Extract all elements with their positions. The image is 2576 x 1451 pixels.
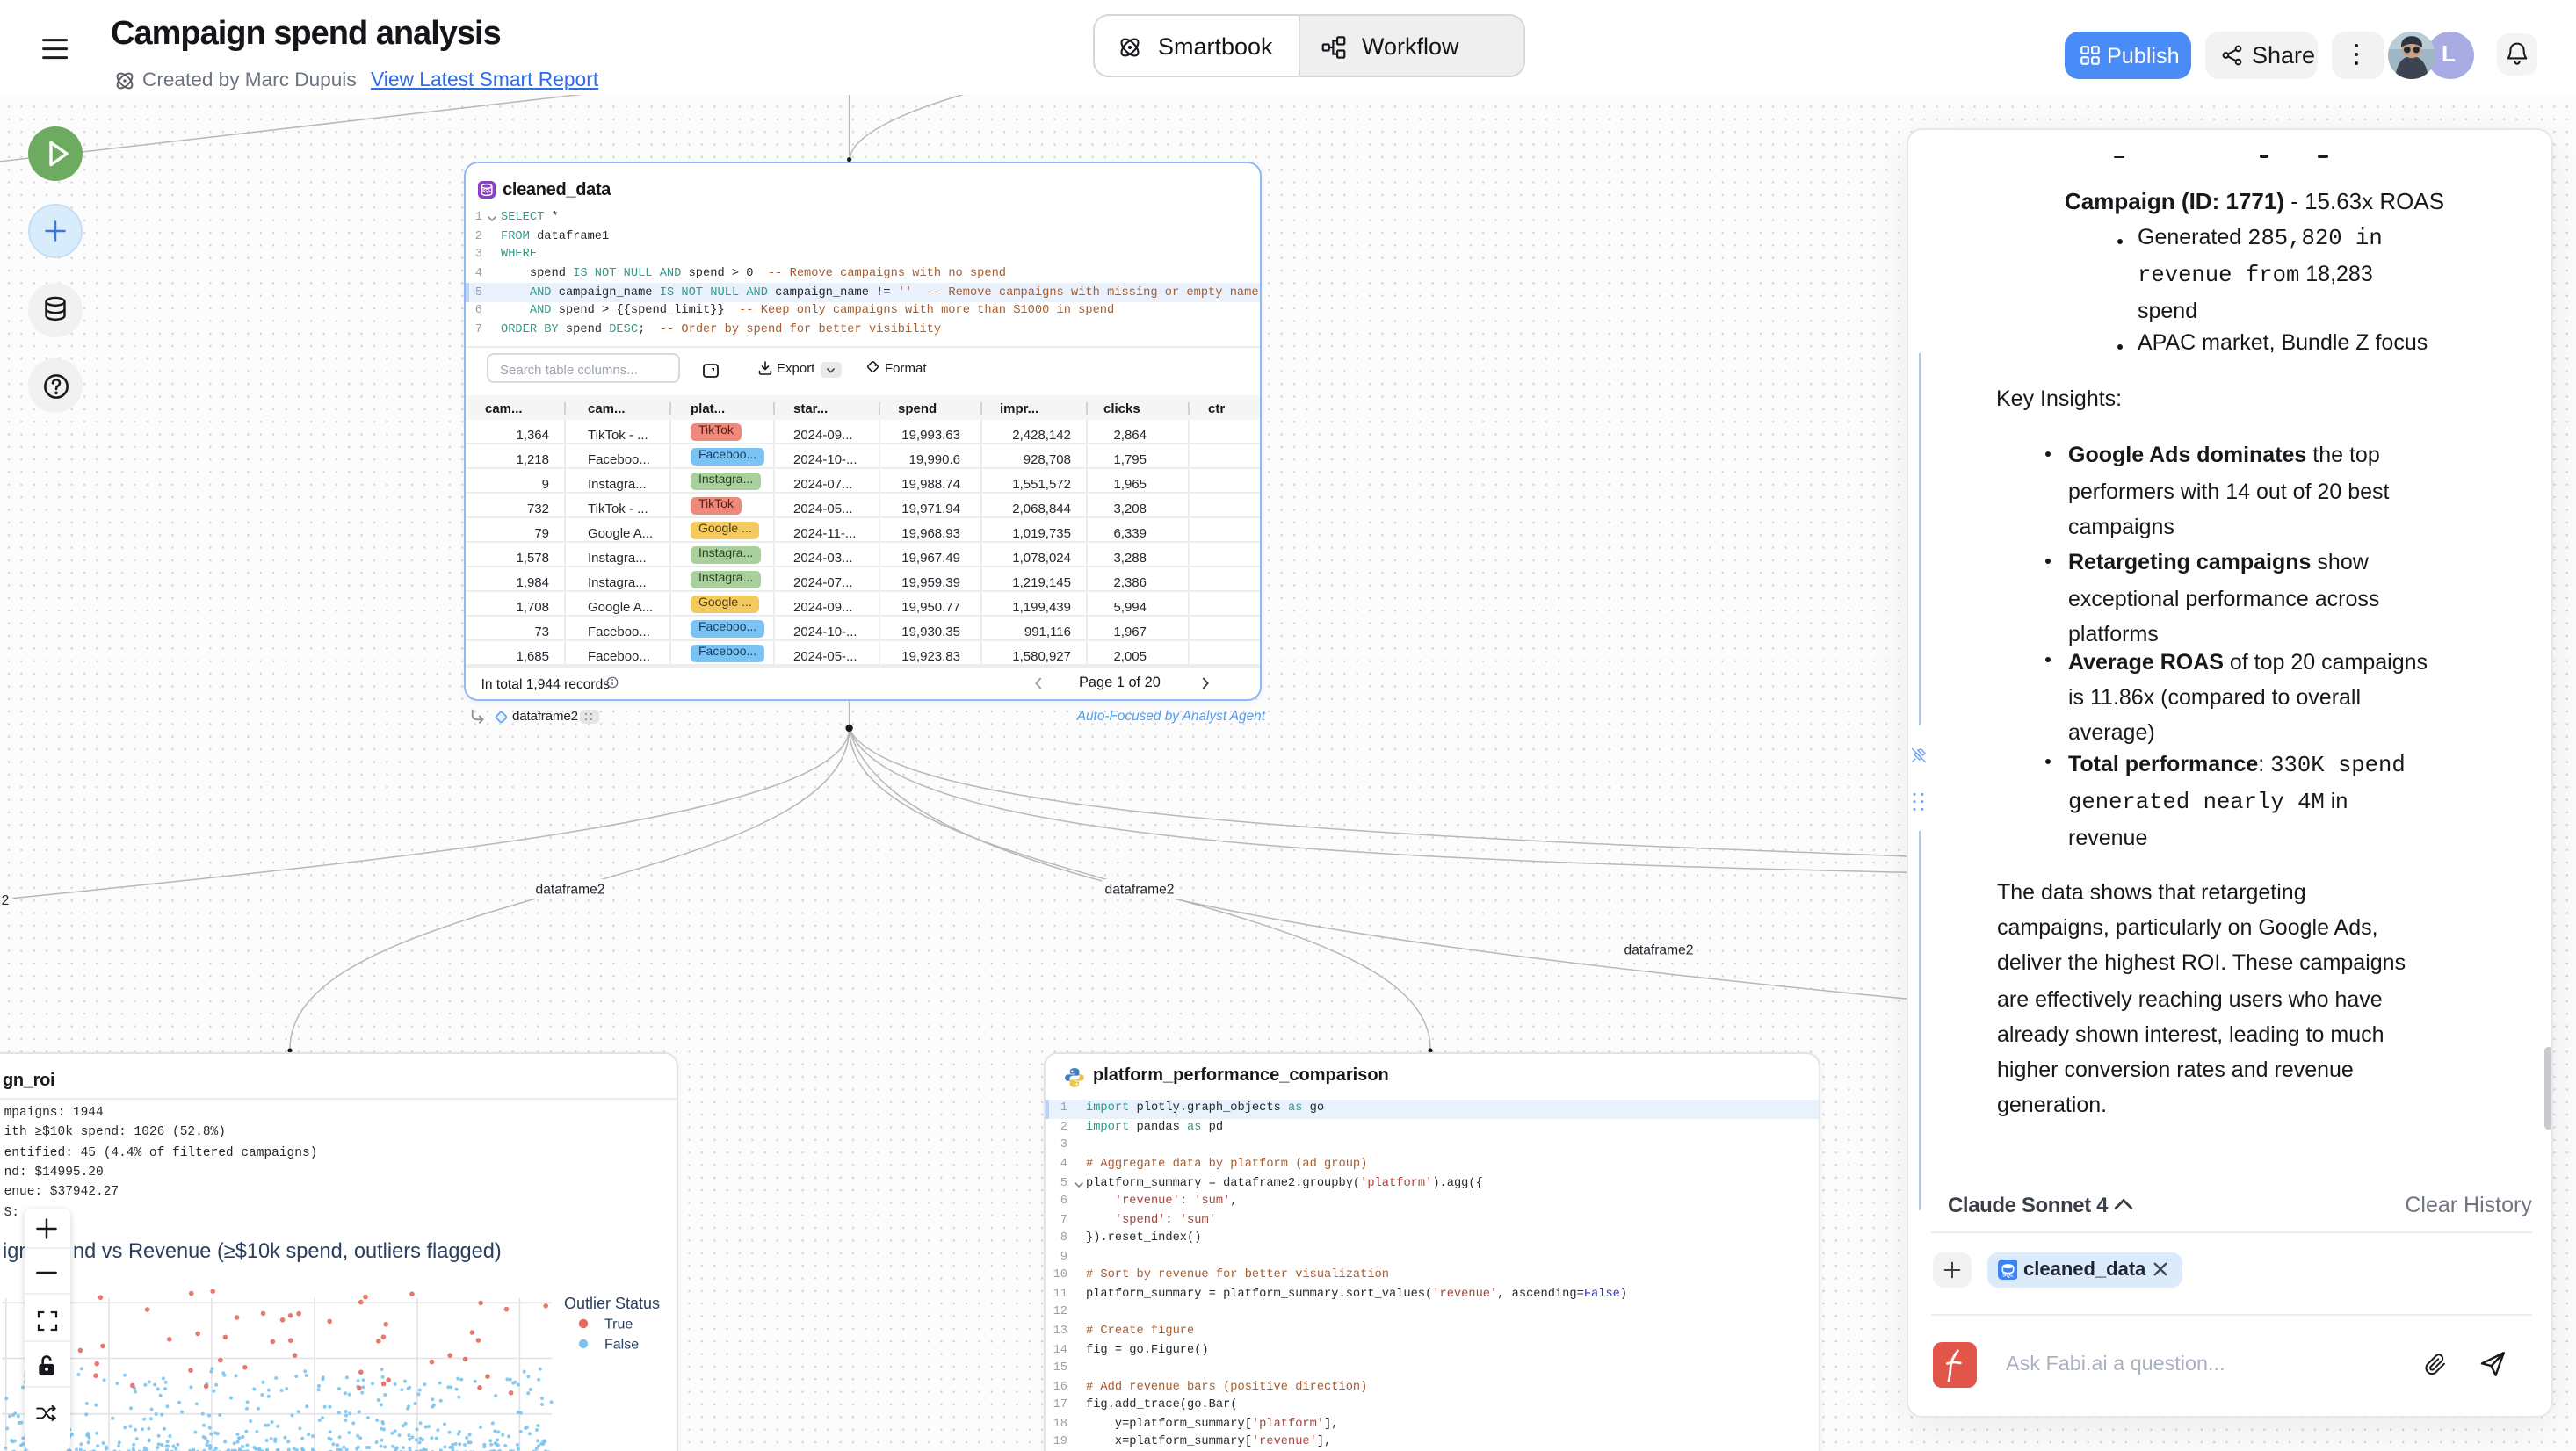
svg-text:SQL: SQL: [482, 189, 491, 194]
svg-text:True: True: [604, 1317, 633, 1332]
svg-text:Outlier Status: Outlier Status: [564, 1295, 660, 1312]
svg-text:SQL: SQL: [2001, 1273, 2013, 1279]
svg-text:False: False: [604, 1338, 639, 1353]
